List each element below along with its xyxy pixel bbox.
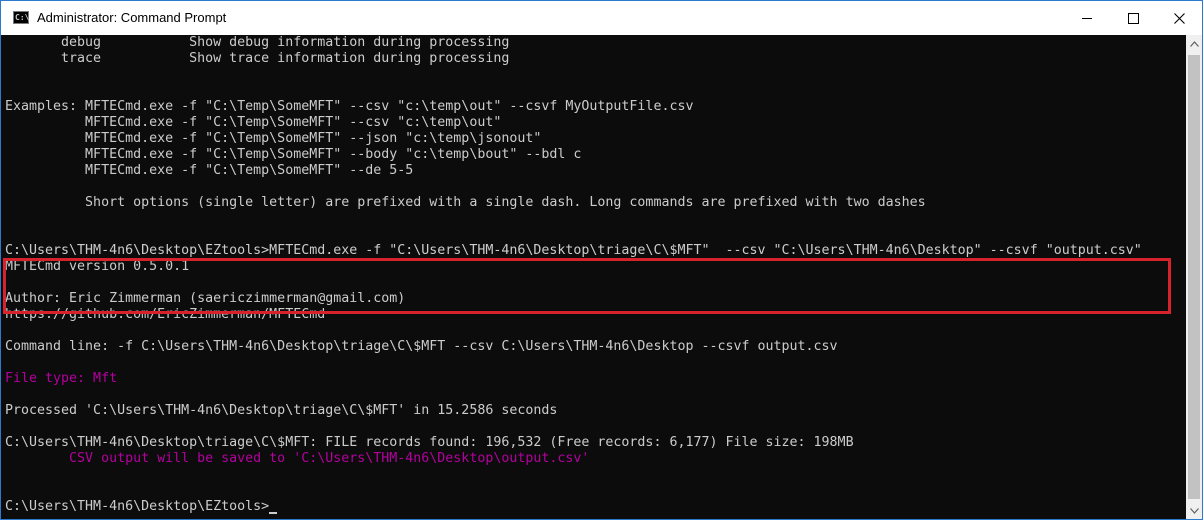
minimize-icon — [1082, 17, 1092, 19]
scrollbar-thumb[interactable] — [1188, 55, 1200, 499]
console-line: Short options (single letter) are prefix… — [5, 195, 926, 210]
maximize-icon — [1127, 12, 1139, 24]
console-line: Examples: MFTECmd.exe -f "C:\Temp\SomeMF… — [5, 99, 694, 114]
command-highlight-box — [3, 258, 1171, 314]
text-cursor — [269, 512, 278, 514]
console-line: Command line: -f C:\Users\THM-4n6\Deskto… — [5, 339, 838, 354]
close-icon — [1173, 12, 1185, 24]
chevron-up-icon — [1189, 40, 1199, 47]
prompt-text: C:\Users\THM-4n6\Desktop\EZtools> — [5, 499, 270, 514]
title-bar[interactable]: C:\ Administrator: Command Prompt — [1, 1, 1202, 35]
console-line: CSV output will be saved to 'C:\Users\TH… — [5, 451, 590, 466]
console-line: MFTECmd.exe -f "C:\Temp\SomeMFT" --de 5-… — [5, 163, 414, 178]
console-line: C:\Users\THM-4n6\Desktop\EZtools>MFTECmd… — [5, 243, 1142, 258]
prompt-line[interactable]: C:\Users\THM-4n6\Desktop\EZtools> — [5, 499, 278, 515]
scroll-down-button[interactable] — [1186, 502, 1202, 519]
cmd-icon-glyph: C:\ — [15, 13, 30, 22]
console-line: MFTECmd.exe -f "C:\Temp\SomeMFT" --json … — [5, 131, 542, 146]
console-line: C:\Users\THM-4n6\Desktop\triage\C\$MFT: … — [5, 435, 854, 450]
console-line: File type: Mft — [5, 371, 118, 386]
cmd-icon[interactable]: C:\ — [13, 11, 29, 24]
chevron-down-icon — [1189, 507, 1199, 514]
console-line: MFTECmd.exe -f "C:\Temp\SomeMFT" --csv "… — [5, 115, 502, 130]
console-output[interactable]: debug Show debug information during proc… — [1, 35, 1186, 519]
console-line: Processed 'C:\Users\THM-4n6\Desktop\tria… — [5, 403, 558, 418]
console-line: trace Show trace information during proc… — [5, 51, 510, 66]
window-title: Administrator: Command Prompt — [37, 10, 227, 25]
command-prompt-window: C:\ Administrator: Command Prompt debug … — [0, 0, 1203, 520]
scroll-up-button[interactable] — [1186, 35, 1202, 52]
vertical-scrollbar[interactable] — [1186, 35, 1202, 519]
maximize-button[interactable] — [1110, 1, 1156, 35]
minimize-button[interactable] — [1064, 1, 1110, 35]
close-button[interactable] — [1156, 1, 1202, 35]
console-line: debug Show debug information during proc… — [5, 35, 510, 50]
console-line: MFTECmd.exe -f "C:\Temp\SomeMFT" --body … — [5, 147, 582, 162]
